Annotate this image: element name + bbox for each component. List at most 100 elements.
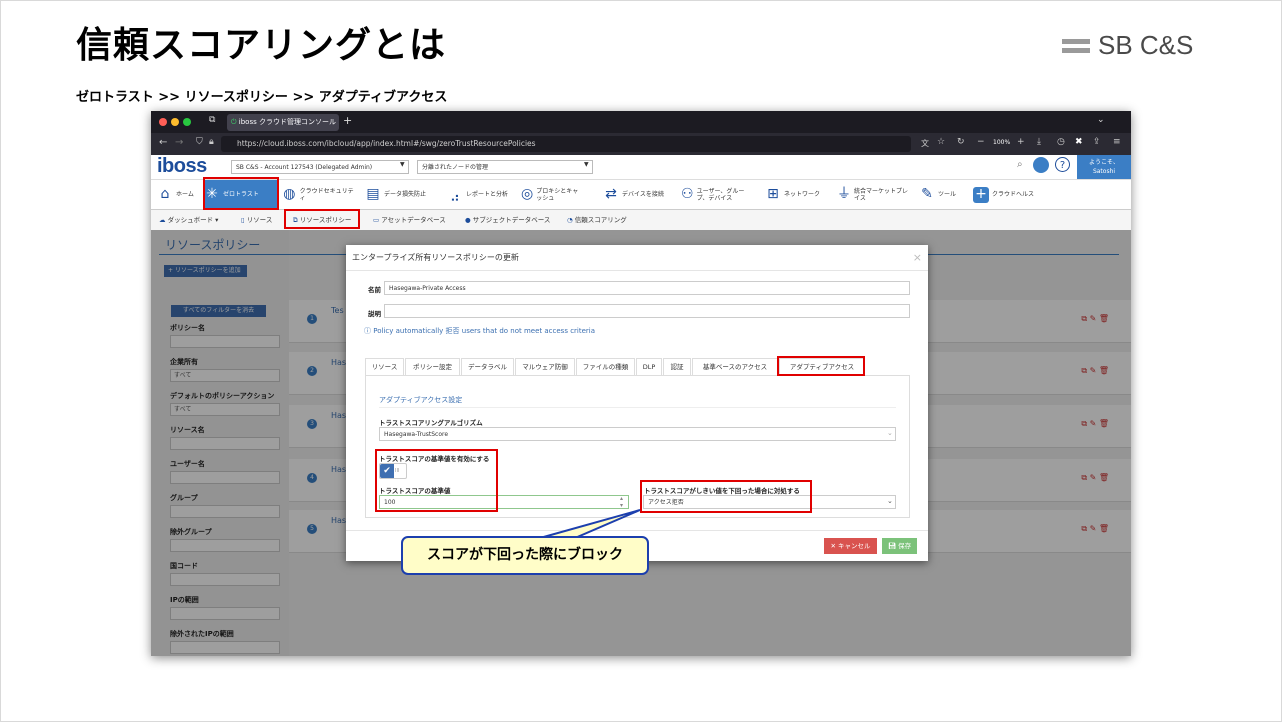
nav-label: ユーザー、グループ、デバイス (696, 187, 745, 202)
main-nav: ⌂ ホーム ✳ ゼロトラスト ◍ クラウドセキュリティ ▤ データ損失防止 ⣠ レポートと… (151, 180, 1131, 210)
user-icon: ● (465, 216, 471, 224)
nav-label: クラウドヘルス (992, 191, 1035, 198)
nav-cloud-security[interactable]: ◍ クラウドセキュリティ (282, 180, 354, 209)
browser-toolbar: ← → ⛉ 🔒︎ https://cloud.iboss.com/ibcloud… (151, 133, 1131, 155)
cloud-status-icon[interactable] (1033, 157, 1049, 173)
chevron-down-icon: ⌄ (887, 429, 893, 437)
globe-arrows-icon: ◎ (521, 186, 534, 202)
tab-policy-settings[interactable]: ポリシー設定 (405, 358, 460, 375)
chevron-down-icon[interactable]: ⌄ (1097, 115, 1105, 125)
tab-auth[interactable]: 認証 (663, 358, 691, 375)
iboss-app: iboss SB C&S - Account 127543 (Delegated… (151, 155, 1131, 656)
nav-reports[interactable]: ⣠ レポートと分析 (447, 180, 508, 209)
address-bar[interactable]: https://cloud.iboss.com/ibcloud/app/inde… (221, 136, 911, 152)
nav-home[interactable]: ⌂ ホーム (157, 180, 194, 209)
algorithm-select[interactable]: Hasegawa-TrustScore (379, 427, 896, 441)
users-icon: ⚇ (681, 186, 694, 202)
extension-icon[interactable]: ✖ (1075, 137, 1083, 147)
subnav-subject-db[interactable]: ● サブジェクトデータベース (465, 214, 550, 224)
nav-marketplace[interactable]: ⏚ 統合マーケットプレイス (837, 180, 909, 209)
description-field[interactable] (384, 304, 910, 318)
menu-icon[interactable]: ≡ (1113, 137, 1121, 147)
lock-icon[interactable]: 🔒︎ (209, 137, 214, 147)
lock-file-icon: ▤ (366, 186, 380, 202)
gauge-icon: ◔ (567, 216, 573, 224)
nav-label: ツール (938, 191, 957, 198)
shuffle-icon: ⇄ (605, 186, 617, 202)
download-icon[interactable]: ⤓ (1037, 137, 1041, 147)
zoom-in-icon[interactable]: + (1017, 137, 1025, 147)
app-topbar: iboss SB C&S - Account 127543 (Delegated… (151, 155, 1131, 180)
algorithm-label: トラストスコアリングアルゴリズム (379, 419, 483, 427)
close-icon[interactable]: × (913, 245, 922, 271)
nav-label: ホーム (176, 191, 194, 198)
globe-icon: ◍ (283, 186, 296, 202)
nav-label: 統合マーケットプレイス (854, 187, 909, 202)
share-icon[interactable]: ⇪ (1093, 137, 1101, 147)
user-menu[interactable]: ようこそ、 Satoshi (1077, 155, 1131, 179)
slide-breadcrumb: ゼロトラスト >> リソースポリシー >> アダプティブアクセス (76, 90, 448, 105)
browser-tab-active[interactable]: ⏻ iboss クラウド管理コンソール (227, 114, 339, 131)
nav-network[interactable]: ⊞ ネットワーク (765, 180, 820, 209)
document-icon: ▯ (241, 216, 245, 224)
tab-file-types[interactable]: ファイルの種類 (576, 358, 635, 375)
callout-bubble: スコアが下回った際にブロック (401, 536, 649, 575)
close-window-button[interactable] (159, 118, 167, 126)
policy-note: ⓘ Policy automatically 拒否 users that do … (364, 326, 595, 336)
chevron-down-icon: ⌄ (887, 497, 893, 505)
nav-users-groups[interactable]: ⚇ ユーザー、グループ、デバイス (681, 180, 753, 209)
account-select-caret-icon: ▼ (400, 161, 405, 168)
zoom-level[interactable]: 100% (993, 139, 1010, 146)
nav-connect-devices[interactable]: ⇄ デバイスを接続 (603, 180, 664, 209)
history-icon[interactable]: ◷ (1057, 137, 1065, 147)
node-select[interactable]: 分離されたノードの管理 (417, 160, 593, 174)
help-icon[interactable]: ? (1055, 157, 1070, 172)
nav-proxy-cache[interactable]: ◎ プロキシとキャッシュ (521, 180, 581, 209)
tab-dlp[interactable]: DLP (636, 358, 662, 375)
slide-title: 信頼スコアリングとは (76, 25, 447, 66)
translate-icon[interactable]: 文 (921, 138, 929, 149)
subnav-resources[interactable]: ▯ リソース (241, 214, 272, 224)
tab-resources[interactable]: リソース (365, 358, 404, 375)
subnav-trust-scoring[interactable]: ◔ 信頼スコアリング (567, 214, 627, 224)
forward-icon[interactable]: → (175, 137, 183, 148)
subnav-asset-db[interactable]: ▭ アセットデータベース (373, 214, 446, 224)
minimize-window-button[interactable] (171, 118, 179, 126)
section-divider (379, 407, 896, 408)
account-select[interactable]: SB C&S - Account 127543 (Delegated Admin… (231, 160, 409, 174)
back-icon[interactable]: ← (159, 137, 167, 148)
cloud-icon: ☁ (159, 216, 166, 224)
tab-malware[interactable]: マルウェア防御 (515, 358, 575, 375)
nav-tools[interactable]: ✎ ツール (919, 180, 956, 209)
spinner-icon[interactable]: ▴ ▾ (620, 495, 623, 509)
new-tab-icon[interactable]: + (343, 114, 352, 127)
subnav-label: 信頼スコアリング (574, 216, 627, 224)
search-icon[interactable]: ⌕ (1017, 159, 1023, 170)
nav-dlp[interactable]: ▤ データ損失防止 (365, 180, 426, 209)
monitor-icon: ▭ (373, 216, 380, 224)
reload-icon[interactable]: ↻ (957, 137, 965, 147)
nav-cloud-health[interactable]: + クラウドヘルス (973, 180, 1034, 209)
shield-icon[interactable]: ⛉ (196, 137, 203, 147)
tab-overview-icon[interactable]: ⧉ (209, 115, 215, 125)
iboss-logo[interactable]: iboss (157, 155, 207, 178)
tab-criteria-access[interactable]: 基準ベースのアクセス (692, 358, 778, 375)
name-label: 名前 (368, 286, 381, 294)
tab-data-labels[interactable]: データラベル (461, 358, 514, 375)
highlight-adaptive-tab (777, 356, 865, 376)
nav-label: ネットワーク (784, 191, 821, 198)
save-button[interactable]: 💾︎ 保存 (882, 538, 917, 554)
bookmark-star-icon[interactable]: ☆ (937, 137, 945, 147)
cancel-button[interactable]: ✕ キャンセル (824, 538, 877, 554)
highlight-resource-policy (284, 209, 360, 229)
maximize-window-button[interactable] (183, 118, 191, 126)
save-label: 保存 (898, 542, 912, 550)
nav-label: データ損失防止 (384, 191, 427, 198)
plug-icon: ⏚ (837, 186, 851, 202)
subnav-dashboard[interactable]: ☁ ダッシュボード ▾ (159, 214, 218, 224)
name-field[interactable]: Hasegawa-Private Access (384, 281, 910, 295)
brand-logo: SB C&S (1062, 30, 1193, 61)
zoom-out-icon[interactable]: − (977, 137, 985, 147)
info-icon: ⓘ (364, 327, 371, 335)
browser-tab-title: iboss クラウド管理コンソール (238, 118, 336, 126)
